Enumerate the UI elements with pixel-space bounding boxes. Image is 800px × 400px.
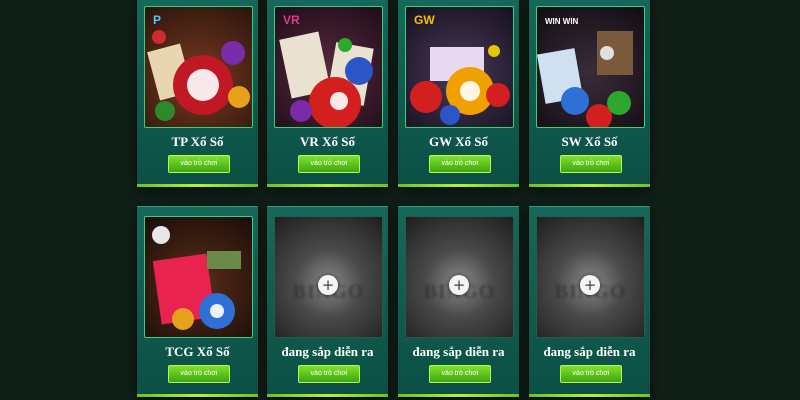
play-button[interactable]: vào trò chơi bbox=[560, 155, 622, 173]
game-title: GW Xổ Số bbox=[429, 134, 488, 149]
plus-icon[interactable]: + bbox=[449, 275, 469, 295]
play-button[interactable]: vào trò chơi bbox=[429, 365, 491, 383]
vr-logo-icon: VR bbox=[283, 13, 300, 27]
game-thumbnail-vr[interactable]: VR bbox=[274, 6, 383, 128]
tp-logo-icon: P bbox=[153, 13, 162, 27]
game-thumbnail-tp[interactable]: P bbox=[144, 6, 253, 128]
gw-logo-icon: GW bbox=[414, 13, 435, 27]
game-card-coming-soon-3[interactable]: BINGO + đang sắp diễn ra vào trò chơi bbox=[529, 206, 650, 397]
game-title: đang sắp diễn ra bbox=[281, 344, 374, 359]
coming-soon-thumbnail[interactable]: BINGO + bbox=[405, 216, 514, 338]
game-thumbnail-gw[interactable]: GW bbox=[405, 6, 514, 128]
game-title: TP Xổ Số bbox=[171, 134, 224, 149]
game-title: SW Xổ Số bbox=[561, 134, 618, 149]
game-card-coming-soon-2[interactable]: BINGO + đang sắp diễn ra vào trò chơi bbox=[398, 206, 519, 397]
game-card-vr[interactable]: VR VR Xổ Số vào trò chơi bbox=[267, 0, 388, 187]
winwin-logo-icon: WIN WIN bbox=[545, 17, 579, 26]
coming-soon-thumbnail[interactable]: BINGO + bbox=[536, 216, 645, 338]
game-card-tcg[interactable]: TCG Xổ Số vào trò chơi bbox=[137, 206, 258, 397]
lottery-game-grid: P TP Xổ Số vào trò chơi VR VR Xổ Số vào … bbox=[0, 0, 800, 400]
game-title: đang sắp diễn ra bbox=[543, 344, 636, 359]
game-card-tp[interactable]: P TP Xổ Số vào trò chơi bbox=[137, 0, 258, 187]
coming-soon-thumbnail[interactable]: BINGO + bbox=[274, 216, 383, 338]
play-button[interactable]: vào trò chơi bbox=[298, 155, 360, 173]
play-button[interactable]: vào trò chơi bbox=[168, 155, 230, 173]
play-button[interactable]: vào trò chơi bbox=[298, 365, 360, 383]
game-title: VR Xổ Số bbox=[300, 134, 355, 149]
play-button[interactable]: vào trò chơi bbox=[429, 155, 491, 173]
game-card-coming-soon-1[interactable]: BINGO + đang sắp diễn ra vào trò chơi bbox=[267, 206, 388, 397]
game-title: đang sắp diễn ra bbox=[412, 344, 505, 359]
play-button[interactable]: vào trò chơi bbox=[560, 365, 622, 383]
lottery-balls-art bbox=[147, 30, 250, 121]
game-thumbnail-tcg[interactable] bbox=[144, 216, 253, 338]
plus-icon[interactable]: + bbox=[580, 275, 600, 295]
play-button[interactable]: vào trò chơi bbox=[168, 365, 230, 383]
game-card-gw[interactable]: GW GW Xổ Số vào trò chơi bbox=[398, 0, 519, 187]
plus-icon[interactable]: + bbox=[318, 275, 338, 295]
game-card-sw[interactable]: WIN WIN SW Xổ Số vào trò chơi bbox=[529, 0, 650, 187]
game-thumbnail-sw[interactable]: WIN WIN bbox=[536, 6, 645, 128]
game-title: TCG Xổ Số bbox=[165, 344, 230, 359]
lottery-balls-art bbox=[152, 226, 241, 330]
